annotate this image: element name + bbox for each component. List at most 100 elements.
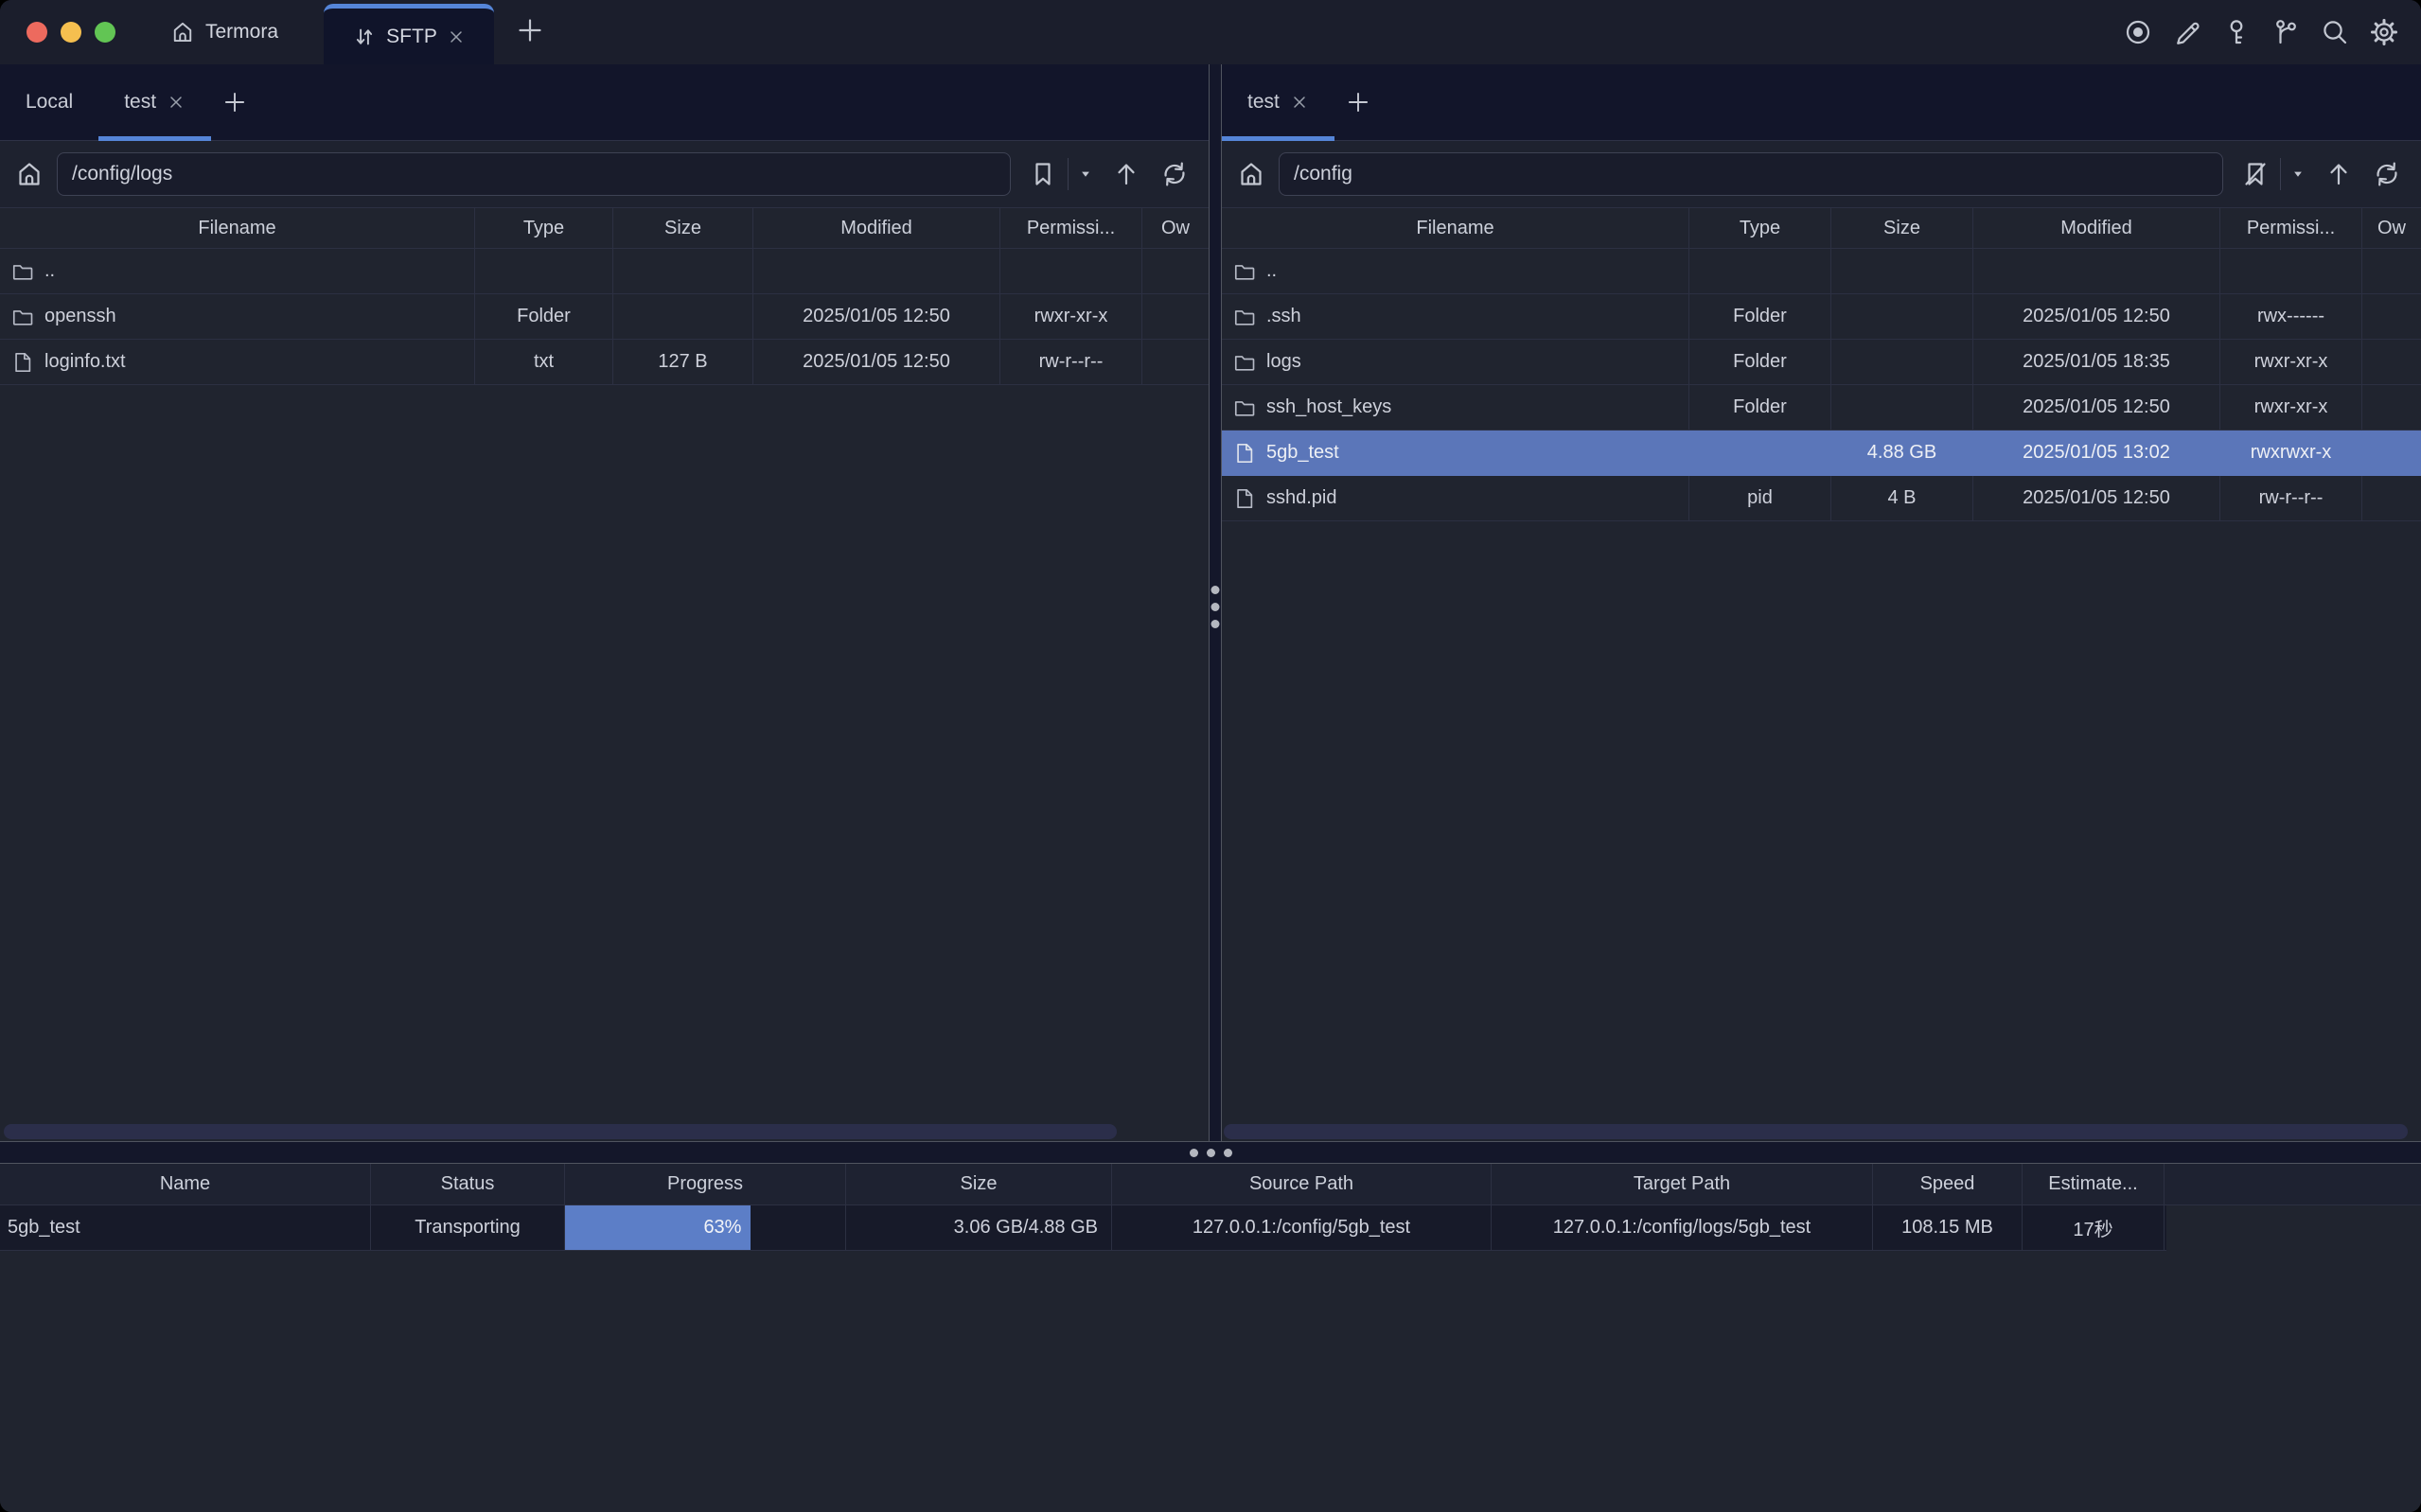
- tab-label: test: [124, 91, 156, 114]
- settings-button[interactable]: [2370, 18, 2398, 46]
- header-cell-ow[interactable]: Ow: [2362, 208, 2421, 248]
- path-input-right[interactable]: [1279, 152, 2223, 196]
- search-button[interactable]: [2321, 18, 2349, 46]
- tab-label: SFTP: [386, 26, 437, 48]
- file-row-5gb_test[interactable]: 5gb_test4.88 GB2025/01/05 13:02rwxrwxr-x: [1222, 431, 2421, 476]
- transfer-header-sourcepath[interactable]: Source Path: [1112, 1164, 1492, 1204]
- horizontal-scrollbar[interactable]: [1224, 1124, 2408, 1139]
- cell-modified: 2025/01/05 18:35: [1973, 340, 2220, 384]
- file-row-.ssh[interactable]: .sshFolder2025/01/05 12:50rwx------: [1222, 294, 2421, 340]
- folder-icon: [11, 260, 34, 283]
- app-title: Termora: [205, 21, 278, 44]
- pane-tab-test[interactable]: test: [1222, 64, 1334, 140]
- header-cell-size[interactable]: Size: [613, 208, 753, 248]
- cell-speed: 108.15 MB: [1873, 1205, 2023, 1250]
- file-icon: [1233, 442, 1256, 465]
- transfer-row-5gb_test[interactable]: 5gb_testTransporting63%3.06 GB/4.88 GB12…: [0, 1205, 2166, 1251]
- file-row-..[interactable]: ..: [0, 249, 1209, 294]
- cell-filename: ssh_host_keys: [1222, 385, 1689, 430]
- close-window-button[interactable]: [27, 22, 47, 43]
- app-window: Termora SFTP Local test: [0, 0, 2421, 1512]
- cell-owner: [2362, 385, 2421, 430]
- cell-type: Folder: [1689, 340, 1831, 384]
- transfer-header-status[interactable]: Status: [371, 1164, 565, 1204]
- file-row-openssh[interactable]: opensshFolder2025/01/05 12:50rwxr-xr-x: [0, 294, 1209, 340]
- close-icon[interactable]: [167, 93, 186, 112]
- right-path-row: [1222, 141, 2421, 207]
- filename-text: ssh_host_keys: [1266, 396, 1391, 418]
- header-cell-type[interactable]: Type: [1689, 208, 1831, 248]
- right-pane: test FilenameTypeSizeModifiedPermissi...…: [1222, 64, 2421, 1141]
- caret-down-button[interactable]: [2291, 167, 2305, 181]
- header-cell-size[interactable]: Size: [1831, 208, 1973, 248]
- filename-text: loginfo.txt: [44, 351, 126, 373]
- bookmark-button[interactable]: [1029, 160, 1057, 188]
- header-cell-permissi[interactable]: Permissi...: [2220, 208, 2362, 248]
- edit-button[interactable]: [2173, 18, 2201, 46]
- tab-label: Local: [26, 91, 73, 114]
- transfer-header-size[interactable]: Size: [846, 1164, 1112, 1204]
- right-pane-tabs: test: [1222, 64, 2421, 141]
- key-button[interactable]: [2222, 18, 2251, 46]
- file-row-ssh_host_keys[interactable]: ssh_host_keysFolder2025/01/05 12:50rwxr-…: [1222, 385, 2421, 431]
- close-icon[interactable]: [1290, 93, 1309, 112]
- header-cell-ow[interactable]: Ow: [1142, 208, 1209, 248]
- cell-modified: 2025/01/05 12:50: [1973, 476, 2220, 520]
- file-row-..[interactable]: ..: [1222, 249, 2421, 294]
- header-cell-modified[interactable]: Modified: [753, 208, 1000, 248]
- header-cell-modified[interactable]: Modified: [1973, 208, 2220, 248]
- arrow-up-button[interactable]: [2324, 160, 2353, 188]
- branch-button[interactable]: [2271, 18, 2300, 46]
- close-icon[interactable]: [447, 27, 466, 46]
- header-cell-filename[interactable]: Filename: [0, 208, 475, 248]
- refresh-button[interactable]: [2373, 160, 2401, 188]
- header-cell-type[interactable]: Type: [475, 208, 613, 248]
- right-toolbar: [2236, 158, 2406, 190]
- transfer-header-name[interactable]: Name: [0, 1164, 371, 1204]
- zoom-window-button[interactable]: [95, 22, 115, 43]
- folder-icon: [1233, 351, 1256, 374]
- cell-size: [1831, 340, 1973, 384]
- cell-estimate: 17秒: [2023, 1205, 2165, 1250]
- transfer-header-estimate[interactable]: Estimate...: [2023, 1164, 2165, 1204]
- cell-size: 4 B: [1831, 476, 1973, 520]
- file-row-loginfo.txt[interactable]: loginfo.txttxt127 B2025/01/05 12:50rw-r-…: [0, 340, 1209, 385]
- caret-down-button[interactable]: [1079, 167, 1092, 181]
- cell-owner: [2362, 294, 2421, 339]
- home-button[interactable]: [1237, 160, 1265, 188]
- traffic-lights: [27, 22, 115, 43]
- cell-filename: .ssh: [1222, 294, 1689, 339]
- transfer-header-speed[interactable]: Speed: [1873, 1164, 2023, 1204]
- new-tab-button[interactable]: [1346, 90, 1370, 114]
- cell-filename: 5gb_test: [1222, 431, 1689, 475]
- pane-tab-test[interactable]: test: [98, 64, 211, 140]
- cell-type: pid: [1689, 476, 1831, 520]
- app-home-tab[interactable]: Termora: [170, 20, 278, 44]
- minimize-window-button[interactable]: [61, 22, 81, 43]
- transfer-header-progress[interactable]: Progress: [565, 1164, 846, 1204]
- transfer-header-targetpath[interactable]: Target Path: [1492, 1164, 1873, 1204]
- progress-bar: 63%: [565, 1205, 751, 1250]
- home-button[interactable]: [15, 160, 44, 188]
- cell-target-path: 127.0.0.1:/config/logs/5gb_test: [1492, 1205, 1873, 1250]
- header-cell-permissi[interactable]: Permissi...: [1000, 208, 1142, 248]
- transfer-table-header: NameStatusProgressSizeSource PathTarget …: [0, 1164, 2421, 1205]
- file-row-logs[interactable]: logsFolder2025/01/05 18:35rwxr-xr-x: [1222, 340, 2421, 385]
- arrow-up-button[interactable]: [1112, 160, 1140, 188]
- pane-tab-local[interactable]: Local: [0, 64, 98, 140]
- file-row-sshd.pid[interactable]: sshd.pidpid4 B2025/01/05 12:50rw-r--r--: [1222, 476, 2421, 521]
- left-toolbar: [1024, 158, 1193, 190]
- cell-size: [1831, 385, 1973, 430]
- horizontal-scrollbar[interactable]: [4, 1124, 1117, 1139]
- pane-splitter[interactable]: [1209, 64, 1222, 1141]
- bookmark-slash-button[interactable]: [2241, 160, 2270, 188]
- path-input-left[interactable]: [57, 152, 1011, 196]
- record-button[interactable]: [2124, 18, 2152, 46]
- bottom-splitter[interactable]: [0, 1141, 2421, 1164]
- tab-sftp[interactable]: SFTP: [324, 4, 494, 64]
- new-tab-button[interactable]: [222, 90, 247, 114]
- cell-modified: 2025/01/05 12:50: [1973, 294, 2220, 339]
- header-cell-filename[interactable]: Filename: [1222, 208, 1689, 248]
- new-window-tab-button[interactable]: [516, 16, 544, 44]
- refresh-button[interactable]: [1160, 160, 1189, 188]
